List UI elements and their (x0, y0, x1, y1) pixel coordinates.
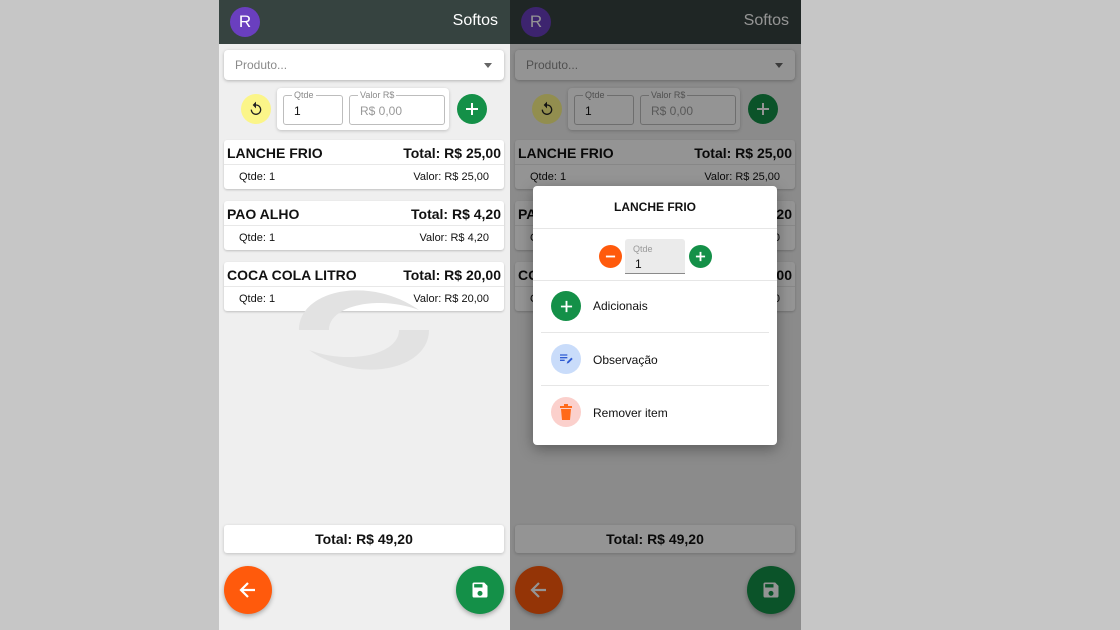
app-bar: R Softos (219, 0, 510, 44)
observacao-label[interactable]: Observação (593, 353, 658, 367)
item-qtde: Qtde: 1 (239, 232, 276, 244)
product-select[interactable]: Produto... (224, 50, 504, 80)
valor-placeholder: R$ 0,00 (360, 104, 403, 118)
adicionais-button[interactable] (551, 291, 581, 321)
order-screen-with-dialog: R Softos Produto... Qtde 1 Valor R$ R$ 0… (510, 0, 801, 630)
item-total: Total: R$ 25,00 (403, 145, 501, 161)
item-total: Total: R$ 4,20 (411, 206, 501, 222)
order-screen: R Softos Produto... Qtde 1 Valor R$ R$ 0… (219, 0, 510, 630)
item-divider (224, 225, 504, 226)
remove-item-label[interactable]: Remover item (593, 406, 668, 420)
user-avatar[interactable]: R (230, 7, 260, 37)
item-divider (224, 164, 504, 165)
plus-icon (466, 103, 478, 115)
plus-icon (695, 251, 706, 262)
dialog-divider (541, 332, 769, 333)
dialog-title: LANCHE FRIO (614, 200, 696, 214)
dialog-divider (533, 280, 777, 281)
product-select-placeholder: Produto... (235, 58, 288, 72)
trash-icon (560, 404, 572, 420)
item-valor: Valor: R$ 25,00 (413, 171, 489, 183)
order-item[interactable]: PAO ALHO Total: R$ 4,20 Qtde: 1 Valor: R… (224, 201, 504, 250)
item-name: PAO ALHO (227, 206, 300, 222)
plus-icon (560, 300, 572, 312)
observacao-button[interactable] (551, 344, 581, 374)
item-qtde: Qtde: 1 (239, 171, 276, 183)
item-name: LANCHE FRIO (227, 145, 323, 161)
qtde-value: 1 (294, 104, 301, 118)
remove-item-button[interactable] (551, 397, 581, 427)
order-total: Total: R$ 49,20 (224, 525, 504, 553)
dialog-qtde-label: Qtde (633, 244, 653, 254)
item-qtde: Qtde: 1 (239, 293, 276, 305)
save-icon (472, 582, 488, 598)
add-item-button[interactable] (457, 94, 487, 124)
brand-title: Softos (452, 12, 498, 29)
entry-box: Qtde 1 Valor R$ R$ 0,00 (277, 88, 449, 130)
arrow-left-icon (239, 582, 255, 598)
valor-input[interactable]: Valor R$ R$ 0,00 (349, 90, 445, 125)
dialog-qtde-value: 1 (635, 257, 642, 271)
back-button[interactable] (224, 566, 272, 614)
dialog-divider (541, 385, 769, 386)
order-item[interactable]: LANCHE FRIO Total: R$ 25,00 Qtde: 1 Valo… (224, 140, 504, 189)
dialog-qtde-input[interactable]: Qtde 1 (625, 239, 685, 274)
item-valor: Valor: R$ 4,20 (419, 232, 489, 244)
valor-label: Valor R$ (358, 90, 397, 100)
increase-qty-button[interactable] (689, 245, 712, 268)
save-button[interactable] (456, 566, 504, 614)
dialog-divider (533, 228, 777, 229)
item-options-dialog: LANCHE FRIO Qtde 1 Adicionais Observação… (533, 186, 777, 445)
decrease-qty-button[interactable] (599, 245, 622, 268)
chevron-down-icon (484, 63, 492, 68)
adicionais-label[interactable]: Adicionais (593, 299, 648, 313)
reset-button[interactable] (241, 94, 271, 124)
minus-icon (605, 255, 616, 258)
qtde-label: Qtde (292, 90, 316, 100)
qtde-input[interactable]: Qtde 1 (283, 90, 343, 125)
logo-watermark (299, 290, 429, 370)
refresh-icon (250, 101, 262, 115)
note-edit-icon (560, 354, 573, 364)
